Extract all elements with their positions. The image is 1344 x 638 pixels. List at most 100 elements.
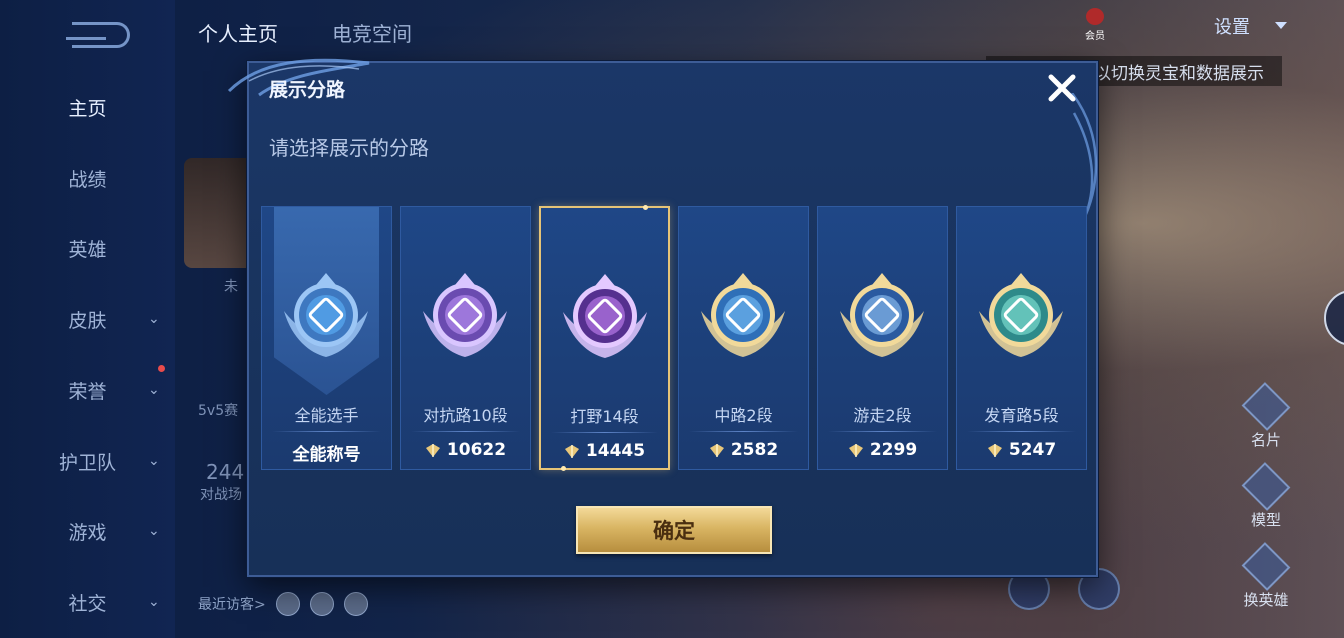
lane-card-name: 对抗路10段 [423,406,508,425]
sidebar-item[interactable]: 皮肤 ⌄ [0,299,175,339]
sidebar-item-label: 护卫队 [58,451,116,474]
power-icon [564,445,579,458]
ghost-season-text: 5v5赛 [198,403,239,419]
notification-dot [158,365,165,372]
close-icon [1048,74,1076,102]
chevron-down-icon: ⌄ [148,523,160,539]
divider [551,432,658,433]
card-icon [1241,382,1291,431]
selection-spark [561,466,566,471]
visitors-label: 最近访客> [198,597,266,613]
close-button[interactable] [1044,70,1080,106]
lane-card-score-value: 全能称号 [292,445,361,465]
switch-hero-icon [1241,542,1291,591]
lane-card-score-value: 10622 [446,440,507,460]
divider [967,431,1076,432]
lane-card-name: 全能选手 [294,406,359,425]
confirm-button[interactable]: 确定 [576,506,772,554]
lane-card[interactable]: 中路2段 2582 [678,206,809,470]
member-label: 会员 [1085,31,1105,42]
chevron-down-icon: ⌄ [148,311,160,327]
recent-visitors[interactable]: 最近访客> [198,592,368,616]
power-icon [848,444,863,457]
model-button-label: 模型 [1250,511,1281,529]
lane-card-score: 14445 [541,441,668,461]
tab-profile[interactable]: 个人主页 [198,18,278,47]
visitor-avatar[interactable] [309,592,334,616]
sidebar-item-label: 主页 [68,97,107,120]
settings-label: 设置 [1214,17,1250,38]
mid-lane-emblem-icon [693,269,793,365]
lane-card-score-value: 14445 [585,441,646,461]
lane-card-name: 发育路5段 [984,406,1059,425]
lane-card-name: 游走2段 [853,406,912,425]
member-icon [1086,8,1104,25]
lane-card-score: 5247 [957,440,1086,460]
switch-hero-button-label: 换英雄 [1243,591,1289,609]
roam-emblem-icon [832,269,932,365]
power-icon [425,444,440,457]
lane-card-score: 全能称号 [262,440,391,465]
divider [272,431,381,432]
card-button-label: 名片 [1250,431,1281,449]
model-icon [1241,462,1291,511]
power-icon [987,444,1002,457]
chevron-down-icon: ⌄ [148,382,160,398]
farm-lane-emblem-icon [971,269,1071,365]
chevron-down-icon [1275,22,1287,29]
lane-card-score-value: 2299 [869,440,918,460]
lane-card-name: 中路2段 [714,406,773,425]
switch-hero-button[interactable]: 换英雄 [1236,542,1296,610]
sidebar-item[interactable]: 游戏 ⌄ [0,511,175,551]
lane-card[interactable]: 发育路5段 5247 [956,206,1087,470]
lane-display-dialog: 展示分路 请选择展示的分路 全能选手全能称号 对抗路10段 10622 打野14段… [227,58,1098,577]
clash-lane-emblem-icon [415,269,515,365]
lane-card-score-value: 5247 [1008,440,1057,460]
sidebar-item[interactable]: 社交 ⌄ [0,582,175,622]
chevron-down-icon: ⌄ [148,453,160,469]
ghost-battle-text: 对战场 [200,487,242,503]
divider [689,431,798,432]
sidebar-item-label: 荣誉 [68,380,107,403]
card-button[interactable]: 名片 [1236,382,1296,450]
all-round-emblem-icon [276,269,376,365]
visitor-avatar[interactable] [343,592,368,616]
jungle-emblem-icon [555,270,655,366]
sidebar-item-label: 皮肤 [68,309,107,332]
lane-card[interactable]: 全能选手 全能称号 [261,206,392,470]
member-badge[interactable]: 会员 [1080,8,1110,42]
sidebar-item-label: 游戏 [68,521,107,544]
top-tabs: 个人主页 电竞空间 [198,18,412,47]
model-button[interactable]: 模型 [1236,462,1296,530]
chevron-down-icon: ⌄ [148,594,160,610]
sidebar-item-label: 社交 [68,592,107,615]
dialog-title: 展示分路 [269,79,346,101]
selection-spark [643,205,648,210]
sidebar-item-label: 英雄 [68,238,107,261]
tab-esports[interactable]: 电竞空间 [332,18,412,47]
lane-card-score-value: 2582 [730,440,779,460]
back-icon[interactable] [66,22,130,48]
sidebar-item[interactable]: 战绩 [0,158,175,198]
lane-card[interactable]: 打野14段 14445 [539,205,670,471]
sidebar-item[interactable]: 护卫队 ⌄ [0,441,175,481]
left-nav: 主页战绩英雄皮肤 ⌄ 荣誉 ⌄ 护卫队 ⌄ 游戏 ⌄ 社交 ⌄ [0,0,175,638]
visitor-avatar[interactable] [275,592,300,616]
sidebar-item[interactable]: 荣誉 ⌄ [0,370,175,410]
lane-card[interactable]: 游走2段 2299 [817,206,948,470]
ghost-unread-text: 未 [224,279,238,295]
dialog-subtitle: 请选择展示的分路 [269,136,429,160]
settings-button[interactable]: 设置 [1198,10,1298,42]
profile-avatar [184,158,254,268]
sidebar-item-label: 战绩 [68,168,107,191]
ghost-count-text: 244 [206,460,245,484]
lane-card-score: 2299 [818,440,947,460]
lane-card[interactable]: 对抗路10段 10622 [400,206,531,470]
lane-card-score: 10622 [401,440,530,460]
sidebar-item[interactable]: 主页 [0,87,175,127]
sidebar-item[interactable]: 英雄 [0,228,175,268]
divider [828,431,937,432]
lane-card-name: 打野14段 [570,407,639,426]
divider [411,431,520,432]
power-icon [709,444,724,457]
